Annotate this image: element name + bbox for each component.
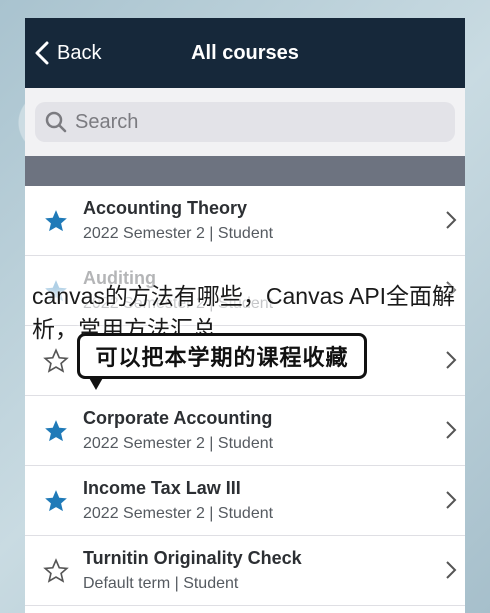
speech-bubble-tail [88, 376, 104, 390]
search-input[interactable]: Search [35, 102, 455, 142]
speech-bubble: 可以把本学期的课程收藏 [77, 333, 367, 379]
course-row[interactable]: Accounting Theory 2022 Semester 2 | Stud… [25, 186, 465, 256]
star-filled-icon[interactable] [43, 208, 83, 234]
star-filled-icon[interactable] [43, 418, 83, 444]
course-row[interactable]: Turnitin Originality Check Default term … [25, 536, 465, 606]
course-row[interactable]: Corporate Accounting 2022 Semester 2 | S… [25, 396, 465, 466]
course-list: Accounting Theory 2022 Semester 2 | Stud… [25, 186, 465, 606]
course-subtitle: 2022 Semester 2 | Student [83, 505, 274, 522]
course-subtitle: 2022 Semester 2 | Student [83, 435, 274, 452]
course-subtitle: 2022 Semester 2 | Student [83, 225, 274, 242]
section-header [25, 156, 465, 186]
chevron-right-icon [446, 421, 457, 439]
course-row[interactable]: Income Tax Law III 2022 Semester 2 | Stu… [25, 466, 465, 536]
course-title: Accounting Theory [83, 198, 248, 218]
course-subtitle: Default term | Student [83, 575, 239, 592]
search-icon [45, 111, 67, 133]
chevron-right-icon [446, 491, 457, 509]
chevron-right-icon [446, 211, 457, 229]
search-placeholder: Search [75, 110, 139, 133]
course-title: Corporate Accounting [83, 408, 273, 428]
course-title: Turnitin Originality Check [83, 548, 302, 568]
course-title: Income Tax Law III [83, 478, 241, 498]
star-filled-icon[interactable] [43, 488, 83, 514]
search-bar: Search [25, 88, 465, 156]
chevron-right-icon [446, 351, 457, 369]
star-outline-icon[interactable] [43, 557, 83, 584]
chevron-right-icon [446, 561, 457, 579]
navbar: Back All courses [25, 18, 465, 88]
page-title: All courses [191, 42, 299, 64]
